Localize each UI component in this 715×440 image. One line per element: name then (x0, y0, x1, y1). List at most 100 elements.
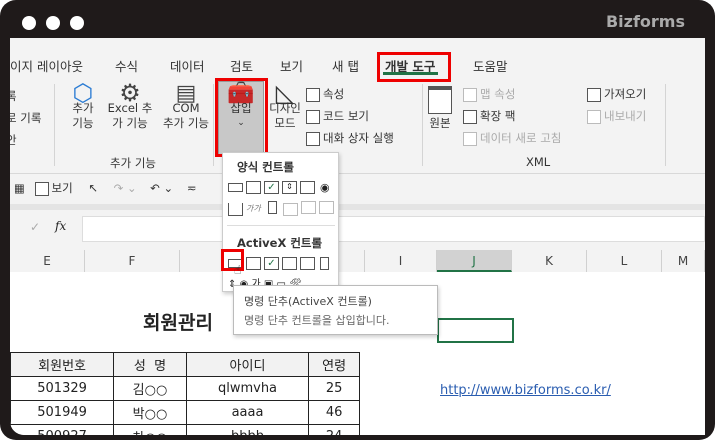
activex-checkbox-icon[interactable]: ✓ (264, 257, 279, 270)
ribbon-partial: 록 (10, 89, 17, 103)
formula-input[interactable] (82, 216, 705, 242)
view-code-button[interactable]: 코드 보기 (306, 108, 369, 124)
selected-cell[interactable] (437, 318, 514, 343)
triangle-ruler-icon: ◺ (275, 79, 295, 107)
option-button-icon[interactable]: ◉ (320, 181, 330, 194)
table-lock-icon[interactable]: ▦ (14, 181, 25, 195)
activex-combo-box-icon[interactable] (246, 257, 261, 270)
tab-data[interactable]: 데이터 (170, 56, 205, 75)
label-icon[interactable]: 가가 (246, 203, 261, 214)
column-header[interactable]: M (662, 250, 705, 272)
tab-help[interactable]: 도움말 (473, 56, 508, 75)
hexagon-icon: ⬡ (72, 79, 94, 107)
window-dot[interactable] (22, 16, 36, 30)
website-link[interactable]: http://www.bizforms.co.kr/ (440, 383, 611, 398)
text-field-icon[interactable] (283, 203, 298, 216)
com-addins-button[interactable]: ▤ COM 추가 기능 (160, 81, 212, 131)
dialog-icon (306, 131, 320, 146)
hand-cursor-icon: ☝ (234, 263, 242, 277)
excel-addins-button[interactable]: ⚙ Excel 추 가 기능 (103, 79, 157, 131)
xml-source-icon (428, 86, 452, 114)
header-cell: 아이디 (185, 352, 310, 377)
map-properties-button[interactable]: 맵 속성 (463, 86, 515, 102)
cell[interactable]: bbbb (185, 424, 310, 435)
checkbox-icon[interactable]: ✓ (264, 181, 279, 194)
cursor-icon[interactable]: ↖ (88, 181, 98, 195)
tab-new[interactable]: 새 탭 (332, 56, 359, 75)
enter-icon[interactable]: ✓ (30, 220, 40, 234)
customize-icon[interactable]: ≂ (187, 181, 197, 195)
column-header-selected[interactable]: J (437, 250, 512, 272)
cell[interactable]: aaaa (185, 400, 310, 425)
properties-button[interactable]: 속성 (306, 86, 344, 102)
button-control-icon[interactable] (228, 183, 243, 192)
design-mode-button[interactable]: ◺ 디자인 모드 (268, 79, 302, 131)
document-gear-icon: ▤ (175, 81, 197, 106)
activex-controls-heading: ActiveX 컨트롤 (237, 236, 323, 250)
highlight-box (377, 52, 451, 82)
brand-logo: Bizforms (605, 12, 685, 31)
group-label-xml: XML (526, 155, 551, 169)
ribbon-partial: 안 (10, 133, 17, 147)
code-search-icon (306, 109, 320, 124)
excel-content: 이지 레이아웃 수식 데이터 검토 보기 새 탭 개발 도구 도움말 록 로 기… (10, 38, 705, 435)
combo-box-icon[interactable] (246, 181, 261, 194)
cell[interactable]: 김○○ (113, 376, 187, 401)
column-header[interactable]: K (512, 250, 587, 272)
refresh-data-button[interactable]: 데이터 새로 고침 (463, 130, 561, 146)
export-icon (587, 109, 601, 124)
view-checkbox[interactable] (34, 181, 49, 196)
activex-text-box-icon[interactable] (300, 257, 315, 270)
cell[interactable]: 501949 (10, 400, 115, 425)
gear-icon: ⚙ (119, 79, 141, 107)
tab-page-layout[interactable]: 이지 레이아웃 (10, 56, 83, 75)
cell[interactable]: 46 (308, 400, 360, 425)
properties-icon (306, 87, 320, 102)
scroll-bar-icon[interactable] (268, 201, 277, 214)
tab-view[interactable]: 보기 (280, 56, 303, 75)
cell[interactable]: 25 (308, 376, 360, 401)
activex-list-box-icon[interactable] (282, 257, 297, 270)
column-header[interactable]: I (365, 250, 437, 272)
table-header-row: 회원번호 성 명 아이디 연령 (10, 352, 360, 377)
form-controls-heading: 양식 컨트롤 (237, 160, 294, 174)
cell[interactable]: 500927 (10, 424, 115, 435)
import-button[interactable]: 가져오기 (587, 86, 646, 102)
sheet-title: 회원관리 (143, 312, 213, 334)
column-header[interactable]: E (10, 250, 85, 272)
formula-bar: ✓ fx (10, 214, 705, 244)
spin-button-icon[interactable]: ⇕ (282, 181, 297, 194)
tooltip: 명령 단추(ActiveX 컨트롤) 명령 단추 컨트롤을 삽입합니다. (233, 285, 438, 335)
tab-formulas[interactable]: 수식 (115, 56, 138, 75)
redo-icon[interactable]: ↷ ⌄ (114, 181, 137, 195)
column-header[interactable]: L (587, 250, 662, 272)
cell[interactable]: qlwmvha (185, 376, 310, 401)
window-dot[interactable] (46, 16, 60, 30)
record-macro-button[interactable]: 로 기록 (10, 110, 41, 126)
tab-review[interactable]: 검토 (230, 56, 253, 75)
group-label-addins: 추가 기능 (110, 156, 156, 170)
group-box-icon[interactable] (228, 203, 243, 216)
undo-icon[interactable]: ↶ ⌄ (150, 181, 173, 195)
expansion-packs-button[interactable]: 확장 팩 (463, 108, 515, 124)
function-icon[interactable]: fx (55, 219, 66, 233)
xml-source-button[interactable]: 원본 (426, 86, 454, 131)
activex-scroll-bar-icon[interactable] (320, 257, 329, 270)
window-dot[interactable] (70, 16, 84, 30)
export-button[interactable]: 내보내기 (587, 108, 646, 124)
combo-dropdown-edit-icon[interactable] (319, 201, 334, 214)
cell[interactable]: 차○○ (113, 424, 187, 435)
combo-list-edit-icon[interactable] (301, 201, 316, 214)
refresh-icon (463, 131, 477, 146)
table-row: 500927차○○bbbb24 (10, 424, 360, 435)
run-dialog-button[interactable]: 대화 상자 실행 (306, 130, 394, 146)
tooltip-body: 명령 단추 컨트롤을 삽입합니다. (244, 314, 390, 327)
cell[interactable]: 501329 (10, 376, 115, 401)
cell[interactable]: 24 (308, 424, 360, 435)
quick-access-toolbar: ▦ 보기 ↖ ↷ ⌄ ↶ ⌄ ≂ (14, 180, 196, 196)
header-cell: 연령 (308, 352, 360, 377)
addins-button[interactable]: ⬡ 추가 기능 (65, 79, 101, 131)
column-header[interactable]: F (85, 250, 180, 272)
cell[interactable]: 박○○ (113, 400, 187, 425)
list-box-icon[interactable] (300, 181, 315, 194)
